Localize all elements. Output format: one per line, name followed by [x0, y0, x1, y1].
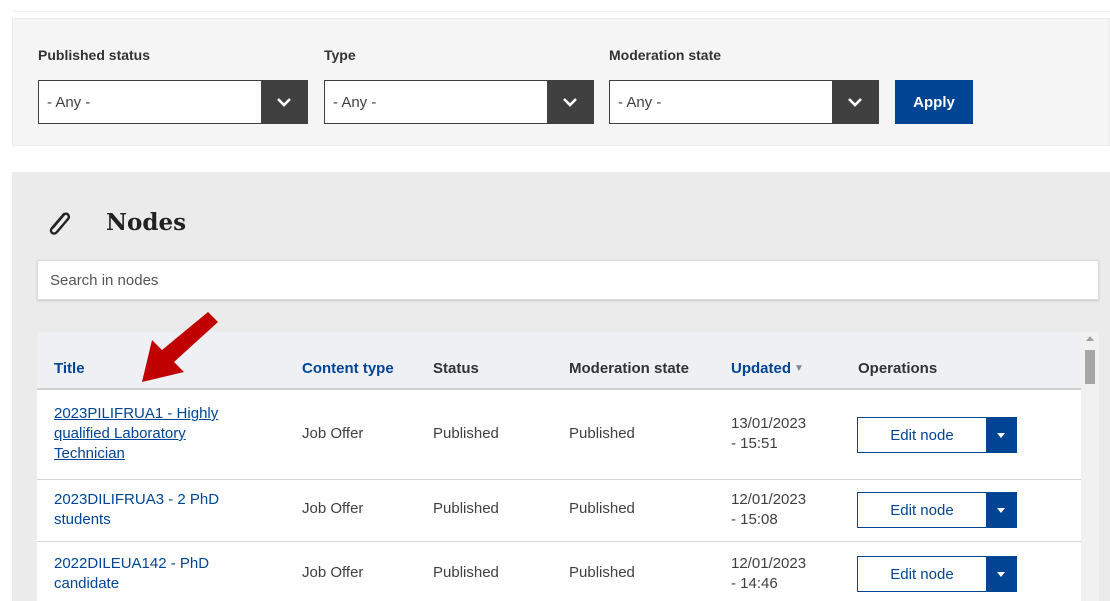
moderation-state-value: - Any - — [618, 93, 662, 111]
node-title-link[interactable]: 2023PILIFRUA1 - Highly qualified Laborat… — [54, 404, 274, 464]
type-select[interactable]: - Any - — [324, 80, 594, 124]
updated-cell: 12/01/2023 - 15:08 — [731, 490, 821, 530]
table-scrollbar[interactable] — [1081, 332, 1099, 601]
scroll-thumb[interactable] — [1085, 350, 1095, 384]
title-line: 2023PILIFRUA1 - Highly — [54, 405, 219, 422]
filter-bar: Published status - Any - Type - Any - Mo… — [12, 18, 1110, 146]
status-cell: Published — [433, 564, 499, 581]
updated-time: - 14:46 — [731, 575, 778, 592]
column-updated-label: Updated — [731, 360, 791, 377]
table-row: 2022DILEUA142 - PhD candidate Job Offer … — [37, 542, 1081, 601]
sort-down-icon: ▼ — [794, 363, 804, 374]
updated-cell: 13/01/2023 - 15:51 — [731, 414, 821, 454]
title-line: 2023DILIFRUA3 - 2 PhD — [54, 491, 220, 508]
table-row: 2023PILIFRUA1 - Highly qualified Laborat… — [37, 392, 1081, 480]
chevron-down-icon — [547, 81, 593, 123]
updated-date: 12/01/2023 — [731, 491, 807, 508]
column-operations-header: Operations — [858, 360, 938, 377]
moderation-state-label: Moderation state — [609, 47, 722, 63]
status-cell: Published — [433, 425, 499, 442]
paperclip-icon — [49, 212, 71, 235]
edit-node-label: Edit node — [890, 501, 954, 519]
moderation-state-cell: Published — [569, 564, 635, 581]
edit-node-button[interactable]: Edit node — [857, 556, 1017, 592]
published-status-select[interactable]: - Any - — [38, 80, 308, 124]
status-cell: Published — [433, 500, 499, 517]
content-type-cell: Job Offer — [302, 564, 364, 581]
title-line: students — [54, 511, 111, 528]
content-type-cell: Job Offer — [302, 425, 364, 442]
scroll-up-icon[interactable] — [1086, 336, 1094, 341]
title-line: candidate — [54, 575, 120, 592]
updated-time: - 15:08 — [731, 511, 778, 528]
column-content-type-header[interactable]: Content type — [302, 360, 394, 377]
table-row: 2023DILIFRUA3 - 2 PhD students Job Offer… — [37, 480, 1081, 542]
moderation-state-cell: Published — [569, 425, 635, 442]
dropdown-caret-icon[interactable] — [986, 493, 1016, 527]
red-arrow-annotation — [142, 312, 218, 382]
column-moderation-state-header: Moderation state — [569, 360, 690, 377]
nodes-heading: Nodes — [106, 209, 187, 236]
node-title-link[interactable]: 2022DILEUA142 - PhD candidate — [54, 554, 274, 594]
published-status-value: - Any - — [47, 93, 91, 111]
edit-node-button[interactable]: Edit node — [857, 417, 1017, 453]
content-type-cell: Job Offer — [302, 500, 364, 517]
edit-node-label: Edit node — [890, 426, 954, 444]
edit-node-button[interactable]: Edit node — [857, 492, 1017, 528]
chevron-down-icon — [832, 81, 878, 123]
title-line: qualified Laboratory — [54, 425, 186, 442]
dropdown-caret-icon[interactable] — [986, 418, 1016, 452]
top-divider — [12, 0, 1110, 12]
updated-time: - 15:51 — [731, 435, 778, 452]
title-line: 2022DILEUA142 - PhD — [54, 555, 210, 572]
node-title-link[interactable]: 2023DILIFRUA3 - 2 PhD students — [54, 490, 274, 530]
column-title-header[interactable]: Title — [54, 360, 85, 377]
search-nodes-input[interactable]: Search in nodes — [37, 260, 1099, 300]
moderation-state-select[interactable]: - Any - — [609, 80, 879, 124]
type-label: Type — [324, 47, 356, 63]
updated-cell: 12/01/2023 - 14:46 — [731, 554, 821, 594]
edit-node-label: Edit node — [890, 565, 954, 583]
dropdown-caret-icon[interactable] — [986, 557, 1016, 591]
apply-button[interactable]: Apply — [895, 80, 973, 124]
column-status-header: Status — [433, 360, 479, 377]
updated-date: 13/01/2023 — [731, 415, 807, 432]
updated-date: 12/01/2023 — [731, 555, 807, 572]
nodes-panel: Nodes Search in nodes Title Content type… — [12, 172, 1110, 601]
title-line: Technician — [54, 445, 125, 462]
chevron-down-icon — [261, 81, 307, 123]
column-updated-header[interactable]: Updated ▼ — [731, 360, 804, 377]
type-value: - Any - — [333, 93, 377, 111]
published-status-label: Published status — [38, 47, 151, 63]
moderation-state-cell: Published — [569, 500, 635, 517]
